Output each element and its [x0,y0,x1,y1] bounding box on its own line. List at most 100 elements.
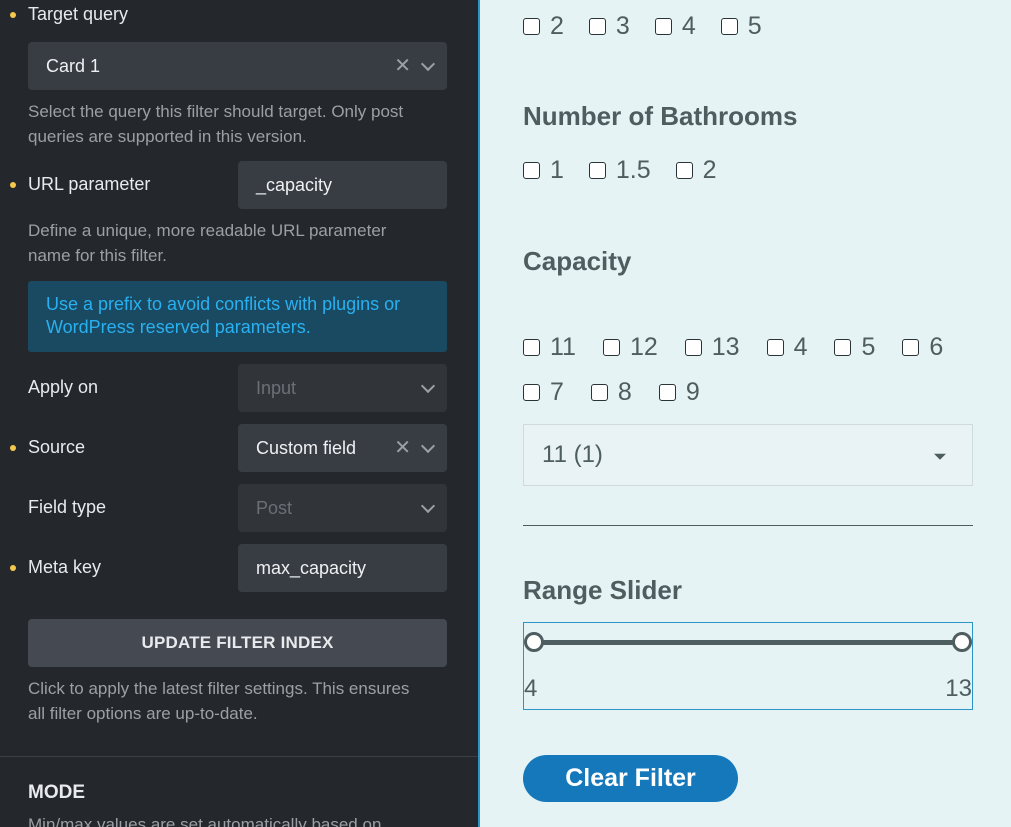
range-slider: 4 13 [523,622,973,710]
field-type-label: Field type [28,497,107,517]
target-query-select[interactable]: Card 1 ✕ [28,42,447,90]
checkbox[interactable] [602,339,620,356]
checkbox[interactable] [684,339,702,356]
source-label: Source [28,437,86,457]
target-query-label: Target query [28,4,129,24]
checkbox-label: 1.5 [615,156,651,184]
checkbox-label: 12 [629,333,658,361]
checkbox-label: 13 [711,333,740,361]
chevron-down-icon [420,438,436,454]
checkbox-label: 5 [861,333,876,361]
checkbox-option[interactable]: 6 [902,333,943,362]
checkbox-option[interactable]: 1 [523,156,564,185]
checkbox-label: 3 [615,12,630,40]
clear-icon[interactable]: ✕ [394,438,411,458]
checkbox-option[interactable]: 1.5 [588,156,651,185]
clear-icon[interactable]: ✕ [394,56,411,76]
capacity-heading: Capacity [523,246,632,276]
checkbox[interactable] [654,18,672,35]
checkbox-option[interactable]: 5 [720,12,762,41]
checkbox[interactable] [590,384,608,401]
meta-key-label: Meta key [28,557,102,577]
apply-on-select[interactable]: Input [238,364,447,412]
checkbox-option[interactable]: 13 [684,333,740,362]
target-query-value: Card 1 [46,55,101,76]
checkbox-option[interactable]: 4 [766,333,808,362]
capacity-select[interactable]: 11 (1) [523,424,973,486]
required-indicator [10,182,16,188]
checkbox[interactable] [588,162,606,179]
checkbox-option[interactable]: 9 [658,378,700,407]
checkbox-label: 1 [550,156,564,184]
checkbox-label: 11 [550,333,576,361]
slider-min-handle[interactable] [524,632,544,652]
checkbox[interactable] [902,339,920,356]
slider-min-value: 4 [524,675,538,702]
caret-down-icon [934,453,946,460]
checkbox-label: 4 [793,333,808,361]
checkbox-label: 6 [929,333,944,361]
required-indicator [10,445,16,451]
meta-key-input[interactable]: max_capacity [238,544,447,592]
section-divider [0,756,478,757]
checkbox[interactable] [523,18,540,35]
section-divider [523,525,973,526]
chevron-down-icon [420,378,436,394]
field-type-select[interactable]: Post [238,484,447,532]
chevron-down-icon [420,56,436,72]
checkbox-option[interactable]: 3 [588,12,630,41]
url-parameter-value: _capacity [256,174,333,195]
checkbox[interactable] [720,18,738,35]
checkbox-option[interactable]: 2 [675,156,717,185]
checkbox-label: 7 [550,378,564,406]
mode-description: Min/max values are set automatically bas… [28,815,382,827]
target-query-description: Select the query this filter should targ… [28,102,404,146]
capacity-select-value: 11 (1) [542,441,603,468]
checkbox-option[interactable]: 11 [523,333,576,362]
source-value: Custom field [256,437,357,458]
mode-heading: MODE [28,782,85,803]
checkbox[interactable] [766,339,784,356]
checkbox-option[interactable]: 2 [523,12,564,41]
checkbox-label: 2 [550,12,564,40]
range-slider-heading: Range Slider [523,575,682,605]
checkbox-option[interactable]: 5 [834,333,875,362]
clear-filter-button[interactable]: Clear Filter [523,755,738,802]
update-filter-index-button[interactable]: UPDATE FILTER INDEX [28,619,447,667]
required-indicator [10,565,16,571]
capacity-checkbox-group-row1: 11 12 13 4 5 6 [523,333,943,362]
filter-settings-panel: Target query Card 1 ✕ Select the query t… [0,0,478,827]
checkbox-label: 2 [702,156,717,184]
checkbox[interactable] [658,384,676,401]
checkbox[interactable] [834,339,852,356]
checkbox[interactable] [523,384,540,401]
bathrooms-checkbox-group: 1 1.5 2 [523,156,717,185]
checkbox-option[interactable]: 4 [654,12,696,41]
checkbox-option[interactable]: 7 [523,378,564,407]
checkbox[interactable] [523,339,540,356]
top-checkbox-group: 2 3 4 5 [523,12,762,41]
bathrooms-heading: Number of Bathrooms [523,101,798,131]
url-parameter-description: Define a unique, more readable URL param… [28,221,387,265]
slider-track[interactable] [534,640,962,645]
source-select[interactable]: Custom field ✕ [238,424,447,472]
checkbox-label: 8 [617,378,632,406]
url-parameter-input[interactable]: _capacity [238,161,447,209]
slider-max-value: 13 [945,675,972,702]
filter-preview: 2 3 4 5 Number of Bathrooms 1 1.5 2 Capa… [480,0,1011,827]
checkbox-option[interactable]: 8 [590,378,632,407]
checkbox[interactable] [523,162,540,179]
required-indicator [10,12,16,18]
checkbox-label: 4 [681,12,696,40]
checkbox-option[interactable]: 12 [602,333,658,362]
field-type-value: Post [256,497,293,518]
checkbox-label: 9 [685,378,700,406]
checkbox[interactable] [675,162,693,179]
slider-max-handle[interactable] [952,632,972,652]
capacity-checkbox-group-row2: 7 8 9 [523,378,700,407]
meta-key-value: max_capacity [256,557,367,578]
checkbox[interactable] [588,18,606,35]
apply-on-label: Apply on [28,377,99,397]
apply-on-value: Input [256,377,297,398]
chevron-down-icon [420,498,436,514]
